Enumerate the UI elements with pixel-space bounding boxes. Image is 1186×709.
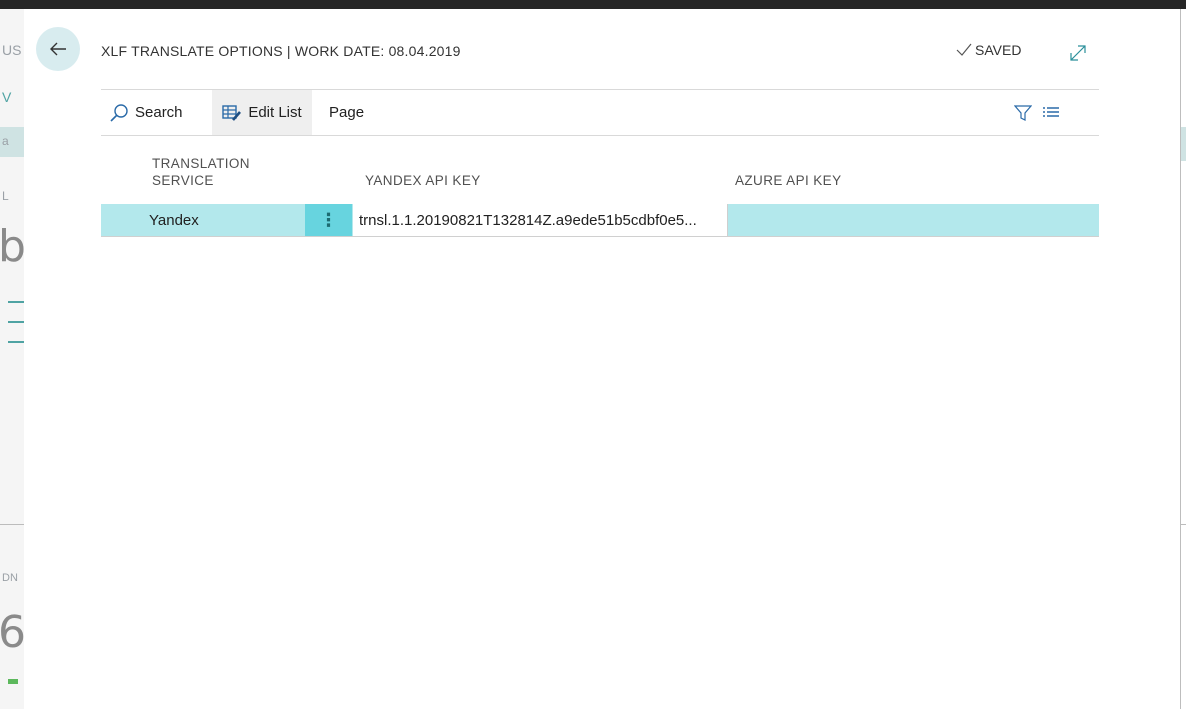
cell-azure-api-key[interactable] (728, 204, 1099, 236)
bg-fragment-1: US (2, 42, 22, 58)
back-arrow-icon (50, 42, 66, 56)
edit-list-label: Edit List (248, 104, 302, 121)
saved-status: SAVED (956, 42, 1021, 58)
edit-list-icon (222, 104, 242, 121)
expand-icon[interactable] (1067, 42, 1089, 64)
row-divider (101, 236, 1099, 237)
action-bar: Search Edit List Page (101, 90, 1099, 135)
page-title: XLF TRANSLATE OPTIONS | WORK DATE: 08.04… (101, 43, 461, 59)
list-view-button[interactable] (1039, 90, 1063, 135)
more-vertical-icon: ⋮ (319, 209, 338, 230)
search-label: Search (135, 104, 183, 121)
bg-band (1181, 127, 1186, 161)
saved-label: SAVED (975, 42, 1022, 58)
column-header-yandex-api-key[interactable]: YANDEX API KEY (365, 172, 481, 189)
filter-button[interactable] (1011, 90, 1035, 135)
cell-yandex-api-key[interactable]: trnsl.1.1.20190821T132814Z.a9ede51b5cdbf… (353, 204, 728, 236)
edit-list-button[interactable]: Edit List (212, 90, 312, 135)
page-label: Page (329, 104, 365, 121)
search-button[interactable]: Search (109, 90, 183, 135)
bg-green-mark (8, 679, 18, 684)
bg-line (8, 341, 24, 343)
column-header-translation-service[interactable]: TRANSLATION SERVICE (152, 155, 282, 189)
bg-fragment-4: L (2, 189, 9, 203)
column-header-line: SERVICE (152, 173, 214, 188)
page-menu[interactable]: Page (329, 90, 364, 135)
bg-fragment-7: 6 (0, 607, 24, 658)
toolbar-divider (101, 135, 1099, 136)
list-view-icon (1043, 106, 1059, 117)
search-icon (110, 103, 128, 122)
bg-fragment-6: DN (2, 572, 18, 584)
column-header-line: TRANSLATION (152, 156, 250, 171)
background-page-left: US V a L b DN 6 (0, 9, 24, 709)
row-actions-button[interactable]: ⋮ (305, 204, 352, 236)
table-row[interactable]: Yandex ⋮ trnsl.1.1.20190821T132814Z.a9ed… (101, 204, 1099, 237)
column-header-azure-api-key[interactable]: AZURE API KEY (735, 172, 841, 189)
bg-fragment-3: a (2, 134, 9, 148)
back-button[interactable] (36, 27, 80, 71)
bg-fragment-2: V (2, 89, 12, 105)
bg-line (8, 301, 24, 303)
top-bar (0, 0, 1186, 9)
bg-fragment-5: b (0, 221, 24, 272)
bg-line (8, 321, 24, 323)
background-page-right (1180, 9, 1186, 709)
bg-divider (0, 524, 24, 525)
filter-icon (1014, 104, 1032, 121)
cell-translation-service[interactable]: Yandex (149, 204, 199, 236)
bg-divider (1181, 524, 1186, 525)
checkmark-icon (956, 43, 972, 56)
